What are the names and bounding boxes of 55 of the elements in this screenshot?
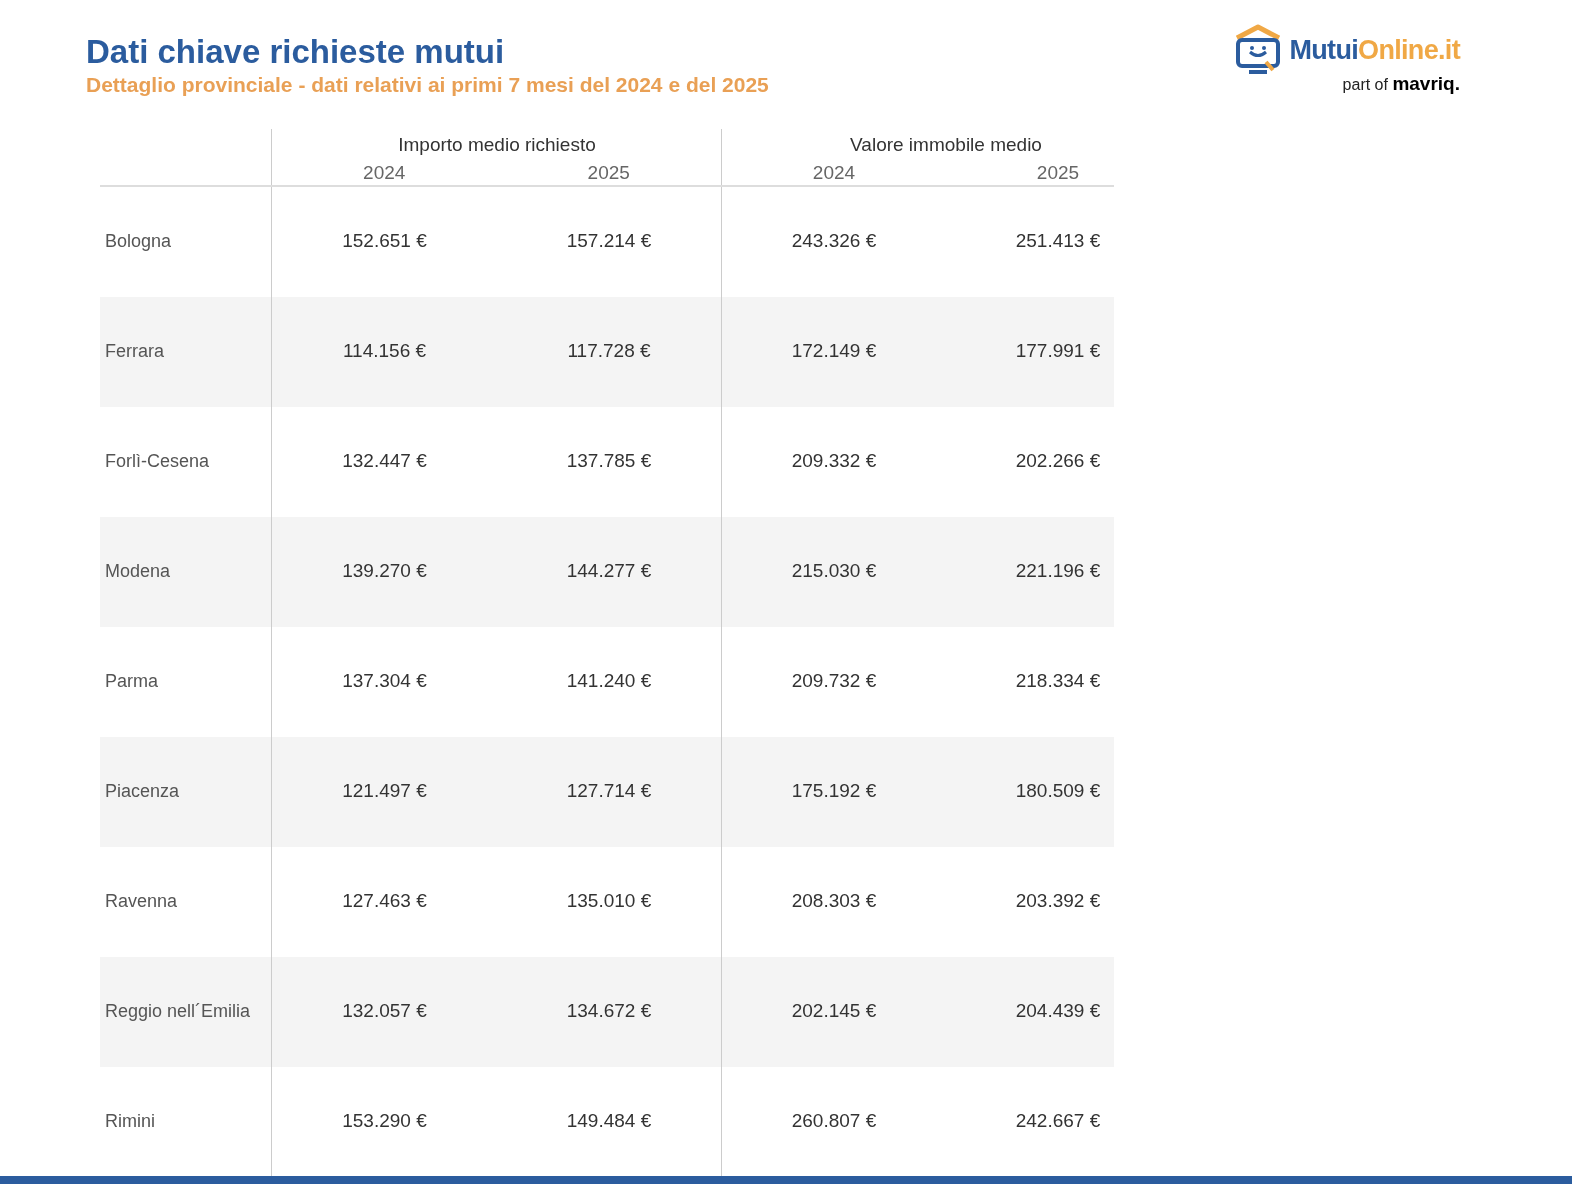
group-header: Valore immobile medio: [850, 132, 1042, 157]
value-cell-text: 135.010 €: [566, 889, 652, 914]
value-cell-text: 157.214 €: [566, 229, 652, 254]
value-cell-text: 114.156 €: [342, 339, 427, 364]
value-cell-text: 209.732 €: [791, 669, 877, 694]
value-cell-text: 134.672 €: [566, 999, 652, 1024]
value-cell-text: 177.991 €: [1015, 339, 1101, 364]
value-cell-text: 218.334 €: [1015, 669, 1101, 694]
value-cell-text: 127.463 €: [342, 889, 427, 914]
value-cell-text: 127.714 €: [566, 779, 652, 804]
report-title: Dati chiave richieste mutui: [86, 32, 506, 72]
province-name: Modena: [105, 560, 171, 583]
logo-tagline: part of mavriq.: [1342, 72, 1460, 96]
province-name: Ravenna: [105, 890, 178, 913]
value-cell-text: 137.304 €: [342, 669, 427, 694]
value-cell-text: 117.728 €: [567, 339, 651, 364]
value-cell-text: 152.651 €: [342, 229, 427, 254]
year-header: 2025: [587, 161, 630, 185]
value-cell-text: 260.807 €: [791, 1109, 877, 1134]
value-cell-text: 141.240 €: [566, 669, 652, 694]
province-name: Parma: [105, 670, 158, 693]
province-name: Ferrara: [105, 340, 164, 363]
value-cell-text: 132.447 €: [342, 449, 427, 474]
value-cell-text: 221.196 €: [1015, 559, 1101, 584]
province-name: Bologna: [105, 230, 172, 253]
value-cell-text: 204.439 €: [1015, 999, 1101, 1024]
value-cell-text: 202.266 €: [1015, 449, 1101, 474]
province-name: Piacenza: [105, 780, 180, 803]
value-cell-text: 175.192 €: [791, 779, 877, 804]
value-cell-text: 215.030 €: [791, 559, 877, 584]
value-cell-text: 208.303 €: [791, 889, 877, 914]
group-header: Importo medio richiesto: [398, 132, 596, 157]
value-cell-text: 139.270 €: [342, 559, 427, 584]
value-cell-text: 203.392 €: [1015, 889, 1101, 914]
value-cell-text: 137.785 €: [566, 449, 652, 474]
year-header: 2024: [812, 161, 856, 185]
value-cell-text: 172.149 €: [791, 339, 877, 364]
province-name: Rimini: [105, 1110, 155, 1133]
year-header: 2024: [363, 161, 406, 185]
value-cell-text: 149.484 €: [566, 1109, 652, 1134]
province-name: Reggio nell´Emilia: [105, 1000, 251, 1023]
year-header: 2025: [1036, 161, 1080, 185]
value-cell-text: 121.497 €: [342, 779, 427, 804]
value-cell-text: 209.332 €: [791, 449, 877, 474]
value-cell-text: 132.057 €: [342, 999, 427, 1024]
province-name: Forlì-Cesena: [105, 450, 210, 473]
value-cell-text: 251.413 €: [1015, 229, 1101, 254]
logo-wordmark: MutuiOnline.it: [1289, 33, 1460, 67]
value-cell-text: 202.145 €: [791, 999, 877, 1024]
value-cell-text: 153.290 €: [342, 1109, 427, 1134]
value-cell-text: 242.667 €: [1015, 1109, 1101, 1134]
value-cell-text: 243.326 €: [791, 229, 877, 254]
value-cell-text: 144.277 €: [566, 559, 652, 584]
value-cell-text: 180.509 €: [1015, 779, 1101, 804]
report-subtitle: Dettaglio provinciale - dati relativi ai primi 7 mesi del 2024 e del 2025: [86, 72, 769, 98]
